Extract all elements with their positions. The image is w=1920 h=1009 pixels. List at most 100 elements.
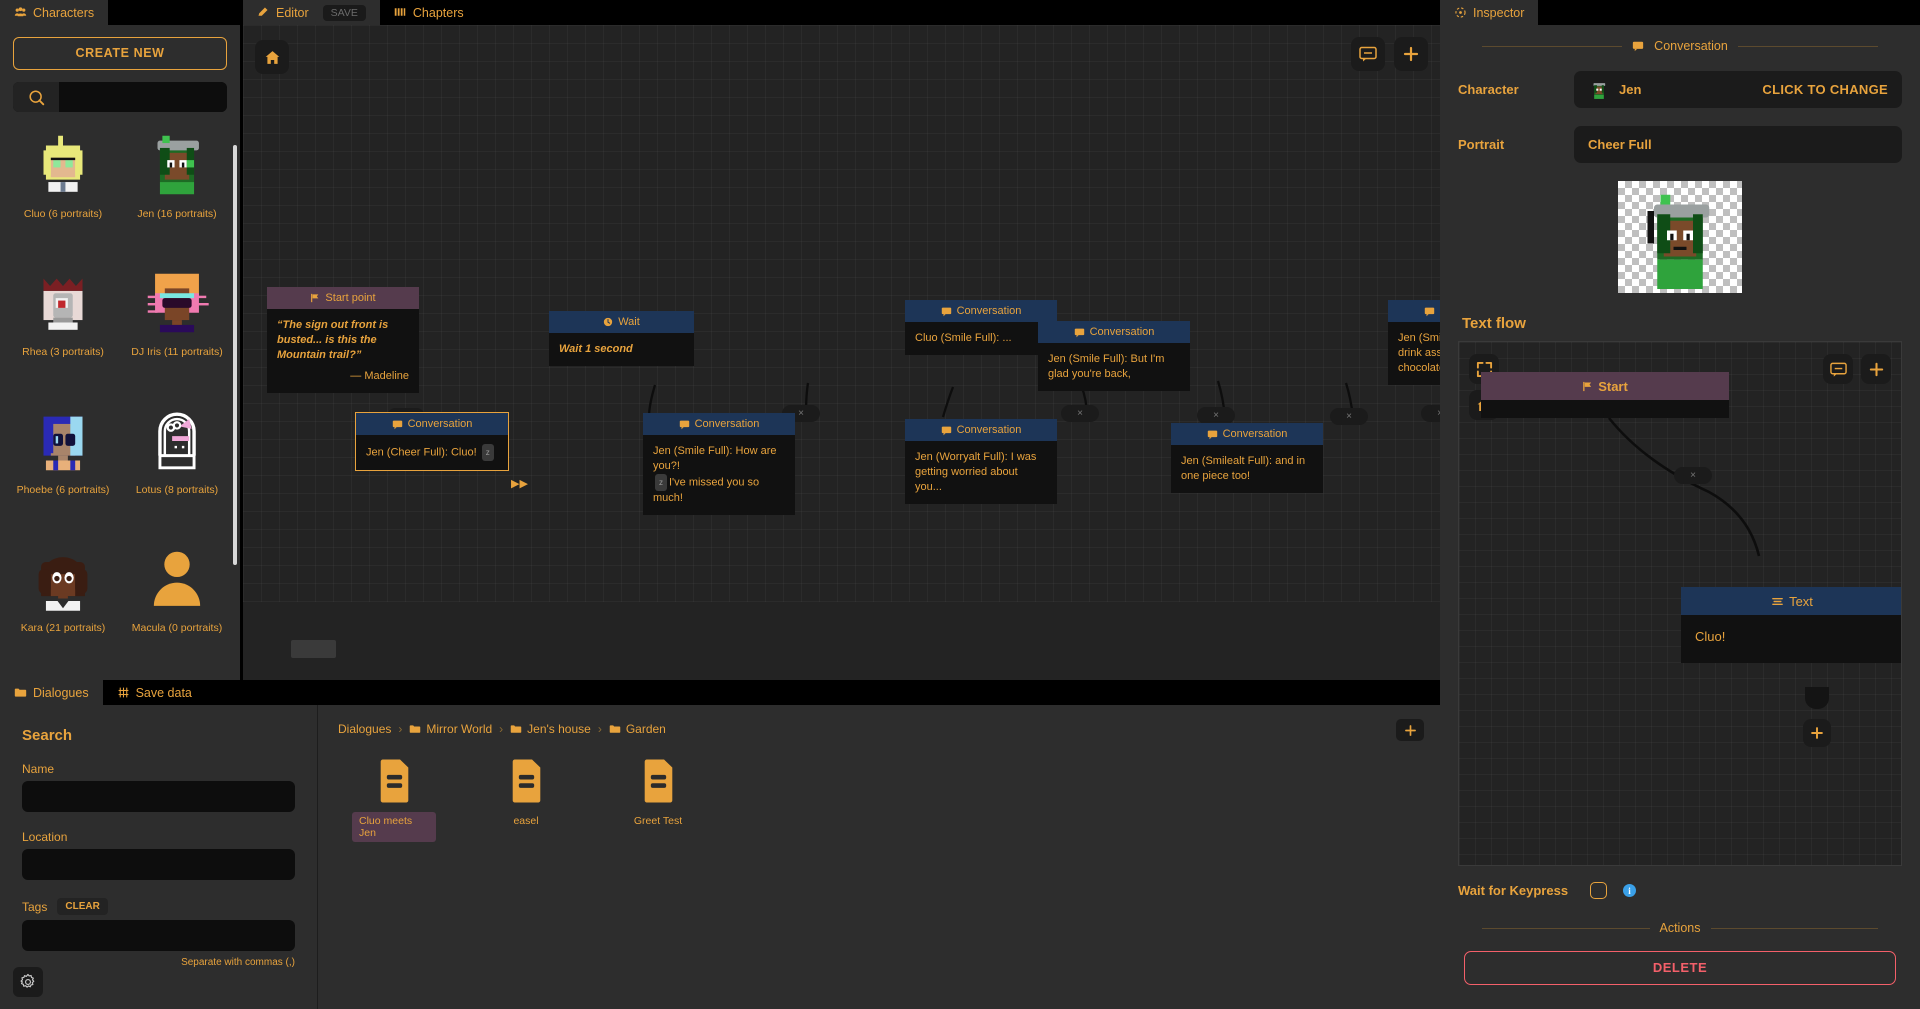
text-flow-append-button[interactable] (1803, 719, 1831, 747)
text-flow-add-button[interactable] (1861, 354, 1891, 384)
character-card[interactable]: Lotus (8 portraits) (120, 402, 234, 528)
add-dialogue-button[interactable] (1396, 719, 1424, 741)
tab-save-data-label: Save data (135, 685, 192, 700)
text-flow-start-node[interactable]: Start (1481, 372, 1729, 418)
characters-scrollbar[interactable] (233, 145, 237, 565)
node-chip: z (481, 444, 494, 461)
node-port[interactable]: × (1061, 405, 1099, 422)
character-select[interactable]: Jen CLICK TO CHANGE (1574, 71, 1902, 108)
character-card[interactable]: Kara (21 portraits) (6, 540, 120, 666)
dialogue-file[interactable]: Greet Test (616, 758, 700, 842)
graph-node-conversation[interactable]: Conversation Cluo (Smile Full): ... (905, 300, 1057, 355)
breadcrumb-item-garden[interactable]: Garden (609, 722, 666, 736)
tags-label-row: Tags CLEAR (22, 898, 317, 915)
breadcrumb-item-jens-house[interactable]: Jen's house (510, 722, 591, 736)
character-thumb-cluo (24, 126, 102, 204)
tab-save-data[interactable]: Save data (102, 680, 206, 705)
graph-minimap-chip[interactable] (291, 640, 336, 658)
tags-input[interactable] (22, 920, 295, 951)
text-flow-text-node[interactable]: Text Cluo! (1681, 587, 1901, 663)
breadcrumb-item-mirror-world[interactable]: Mirror World (409, 722, 492, 736)
character-card[interactable]: Rhea (3 portraits) (6, 264, 120, 390)
character-card-label: DJ Iris (11 portraits) (131, 346, 223, 358)
character-card-label: Rhea (3 portraits) (22, 346, 104, 358)
text-flow-node-tail[interactable] (1805, 687, 1829, 709)
wait-for-keypress-checkbox[interactable] (1590, 882, 1607, 899)
tags-clear-button[interactable]: CLEAR (57, 898, 108, 915)
graph-home-button[interactable] (255, 40, 289, 74)
tab-editor[interactable]: Editor SAVE (243, 0, 380, 25)
create-new-button[interactable]: CREATE NEW (13, 37, 227, 70)
character-card[interactable]: Phoebe (6 portraits) (6, 402, 120, 528)
character-change-action[interactable]: CLICK TO CHANGE (1762, 82, 1888, 97)
characters-tabbar: Characters (0, 0, 240, 25)
graph-node-conversation[interactable]: Conversation Jen (Smilealt Full): and in… (1171, 423, 1323, 493)
character-card-label: Phoebe (6 portraits) (16, 484, 110, 496)
node-header: Conversation (1038, 321, 1190, 343)
tab-inspector[interactable]: Inspector (1440, 0, 1539, 25)
save-button[interactable]: SAVE (322, 4, 366, 21)
name-input[interactable] (22, 781, 295, 812)
node-header: Conversation (1388, 300, 1440, 322)
character-thumb-macula (138, 540, 216, 618)
plus-icon (1403, 46, 1419, 62)
gear-icon (20, 973, 35, 988)
delete-button[interactable]: DELETE (1464, 951, 1896, 985)
graph-footer (243, 602, 1440, 680)
breadcrumb-separator: › (597, 722, 602, 736)
breadcrumb-label: Mirror World (426, 722, 493, 736)
graph-node-wait[interactable]: Wait Wait 1 second (549, 311, 694, 366)
location-input[interactable] (22, 849, 295, 880)
text-flow-canvas[interactable]: Start × Text Cluo! (1458, 341, 1902, 866)
character-thumb-kara (24, 540, 102, 618)
tab-dialogues[interactable]: Dialogues (0, 680, 103, 705)
node-text: Jen (Worryalt Full): I was getting worri… (915, 451, 1037, 493)
folder-icon (609, 725, 621, 733)
graph-node-conversation-selected[interactable]: Conversation Jen (Cheer Full): Cluo! z (355, 412, 509, 471)
node-body: Jen (Smile Full): But I'm glad you're ba… (1038, 343, 1190, 391)
node-port[interactable]: × (1330, 408, 1368, 425)
settings-button[interactable] (13, 967, 43, 997)
node-body: Jen (Smilealt Full): and in one piece to… (1171, 445, 1323, 493)
speech-icon (392, 420, 402, 429)
character-card[interactable]: DJ Iris (11 portraits) (120, 264, 234, 390)
tab-chapters[interactable]: Chapters (379, 0, 478, 25)
plus-icon (1404, 724, 1416, 736)
node-port[interactable]: × (1421, 405, 1440, 422)
text-flow-comment-button[interactable] (1823, 354, 1853, 384)
node-graph-canvas[interactable]: Start point “The sign out front is buste… (243, 25, 1440, 602)
text-flow-port[interactable]: × (1674, 467, 1712, 484)
breadcrumb-item-dialogues[interactable]: Dialogues (338, 722, 391, 736)
dialogue-file[interactable]: Cluo meets Jen (352, 758, 436, 842)
portrait-select[interactable]: Cheer Full (1574, 126, 1902, 163)
add-comment-button[interactable] (1351, 37, 1385, 71)
node-text: Jen (Smile Full): How are you?! (653, 445, 777, 472)
graph-node-conversation[interactable]: Conversation Jen (Smile Full): But I'm g… (1038, 321, 1190, 391)
character-card[interactable]: Macula (0 portraits) (120, 540, 234, 666)
add-node-button[interactable] (1394, 37, 1428, 71)
dialogue-file[interactable]: easel (484, 758, 568, 842)
character-label: Character (1458, 82, 1519, 97)
node-header: Text (1681, 587, 1901, 615)
wait-for-keypress-label: Wait for Keypress (1458, 883, 1569, 898)
node-body: Jen (Smile Full): How are you?! z I've mi… (643, 435, 795, 515)
dialogue-file-label: Greet Test (633, 815, 683, 827)
character-card-label: Macula (0 portraits) (131, 622, 223, 634)
node-body: Wait 1 second (549, 333, 694, 366)
node-header-label: Wait (618, 316, 640, 328)
node-port[interactable]: × (1197, 407, 1235, 424)
comment-add-icon (1359, 46, 1377, 62)
graph-node-conversation[interactable]: Conversation Jen (Smile Full): How are y… (643, 413, 795, 515)
character-card[interactable]: Cluo (6 portraits) (6, 126, 120, 252)
search-button[interactable] (13, 82, 59, 112)
node-header: Conversation (643, 413, 795, 435)
character-card[interactable]: Jen (16 portraits) (120, 126, 234, 252)
dialogue-files-pane: Dialogues › Mirror World › Jen's house ›… (317, 705, 1440, 1009)
info-icon[interactable]: i (1623, 884, 1636, 897)
character-thumb-lotus (138, 402, 216, 480)
graph-node-conversation[interactable]: Conversation Jen (Worryalt Full): I was … (905, 419, 1057, 504)
character-search-input[interactable] (59, 82, 227, 112)
graph-node-start-point[interactable]: Start point “The sign out front is buste… (267, 287, 419, 393)
graph-node-conversation[interactable]: Conversation Jen (Smile Full): go grab a… (1388, 300, 1440, 385)
tab-characters[interactable]: Characters (0, 0, 109, 25)
